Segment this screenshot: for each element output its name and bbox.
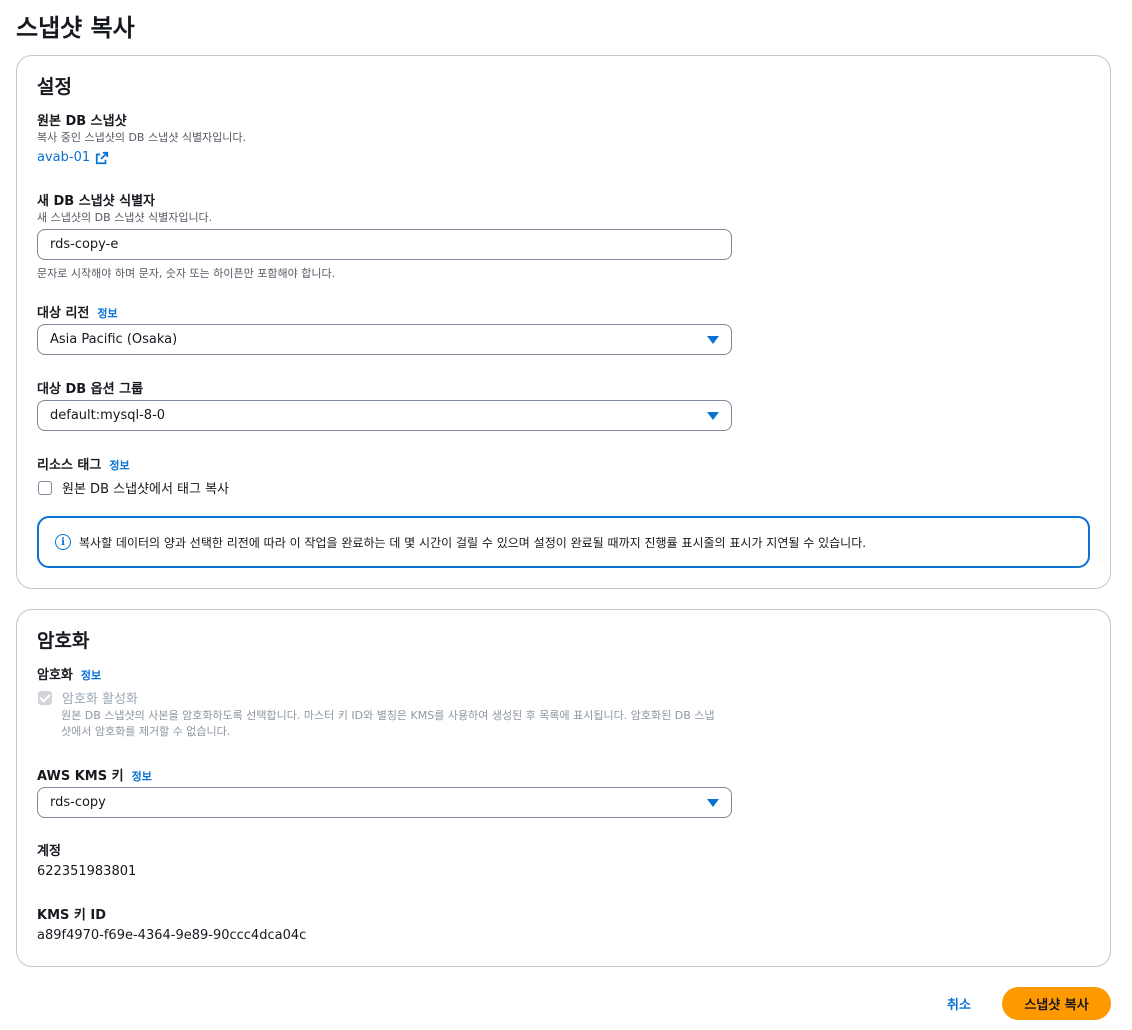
- source-snapshot-link[interactable]: avab-01: [37, 150, 109, 165]
- source-snapshot-link-text[interactable]: avab-01: [37, 150, 90, 165]
- tags-label-text: 리소스 태그: [37, 458, 102, 473]
- cancel-button[interactable]: 취소: [947, 994, 971, 1013]
- region-select[interactable]: Asia Pacific (Osaka): [37, 324, 732, 355]
- region-label: 대상 리전 정보: [37, 302, 118, 321]
- option-group-select[interactable]: default:mysql-8-0: [37, 400, 732, 431]
- kms-key-label: AWS KMS 키 정보: [37, 765, 152, 784]
- encryption-info-link[interactable]: 정보: [81, 669, 101, 682]
- source-snapshot-label: 원본 DB 스냅샷: [37, 114, 127, 129]
- enable-encryption-label: 암호화 활성화: [62, 692, 138, 707]
- enable-encryption-checkbox: [38, 690, 52, 705]
- region-label-text: 대상 리전: [37, 306, 90, 321]
- copy-tags-checkbox[interactable]: [38, 480, 52, 495]
- encryption-panel: 암호화 암호화 정보 암호화 활성화 원본 DB 스냅샷의 사본을 암호화하도록 …: [16, 609, 1111, 967]
- kms-id-label: KMS 키 ID: [37, 908, 107, 923]
- copy-tags-label: 원본 DB 스냅샷에서 태그 복사: [62, 482, 230, 497]
- tags-info-link[interactable]: 정보: [109, 459, 129, 472]
- enable-encryption-desc-2: 샷에서 암호화를 제거할 수 없습니다.: [61, 725, 231, 738]
- region-select-value: Asia Pacific (Osaka): [50, 332, 178, 347]
- enable-encryption-row: 암호화 활성화: [38, 688, 138, 707]
- new-identifier-label: 새 DB 스냅샷 식별자: [37, 194, 155, 209]
- new-identifier-desc: 새 스냅샷의 DB 스냅샷 식별자입니다.: [37, 211, 213, 224]
- caret-down-icon: [707, 411, 719, 420]
- option-group-label: 대상 DB 옵션 그룹: [37, 382, 144, 397]
- caret-down-icon: [707, 798, 719, 807]
- encryption-title: 암호화: [37, 630, 90, 652]
- caret-down-icon: [707, 335, 719, 344]
- source-snapshot-desc: 복사 중인 스냅샷의 DB 스냅샷 식별자입니다.: [37, 131, 247, 144]
- info-alert-text: 복사할 데이터의 양과 선택한 리전에 따라 이 작업을 완료하는 데 몇 시간…: [79, 535, 867, 550]
- kms-id-value: a89f4970-f69e-4364-9e89-90ccc4dca04c: [37, 928, 307, 943]
- copy-snapshot-button[interactable]: 스냅샷 복사: [1002, 987, 1111, 1020]
- region-info-link[interactable]: 정보: [97, 307, 117, 320]
- copy-tags-row[interactable]: 원본 DB 스냅샷에서 태그 복사: [38, 478, 229, 497]
- kms-info-link[interactable]: 정보: [132, 770, 152, 783]
- enable-encryption-desc-1: 원본 DB 스냅샷의 사본을 암호화하도록 선택합니다. 마스터 키 ID와 별…: [61, 709, 715, 722]
- settings-panel: 설정 원본 DB 스냅샷 복사 중인 스냅샷의 DB 스냅샷 식별자입니다. a…: [16, 55, 1111, 589]
- external-link-icon: [96, 151, 109, 164]
- tags-label: 리소스 태그 정보: [37, 454, 130, 473]
- encryption-label: 암호화 정보: [37, 664, 101, 683]
- settings-title: 설정: [37, 76, 72, 98]
- option-group-select-value: default:mysql-8-0: [50, 408, 166, 423]
- info-icon: i: [55, 534, 71, 550]
- info-alert: i 복사할 데이터의 양과 선택한 리전에 따라 이 작업을 완료하는 데 몇 …: [37, 516, 1090, 568]
- new-identifier-hint: 문자로 시작해야 하며 문자, 숫자 또는 하이픈만 포함해야 합니다.: [37, 267, 336, 280]
- kms-key-select-value: rds-copy: [50, 795, 106, 810]
- page-title: 스냅샷 복사: [16, 14, 135, 42]
- account-value: 622351983801: [37, 864, 137, 879]
- kms-key-label-text: AWS KMS 키: [37, 769, 124, 784]
- encryption-label-text: 암호화: [37, 668, 73, 683]
- new-identifier-input[interactable]: [37, 229, 732, 260]
- account-label: 계정: [37, 844, 61, 859]
- kms-key-select[interactable]: rds-copy: [37, 787, 732, 818]
